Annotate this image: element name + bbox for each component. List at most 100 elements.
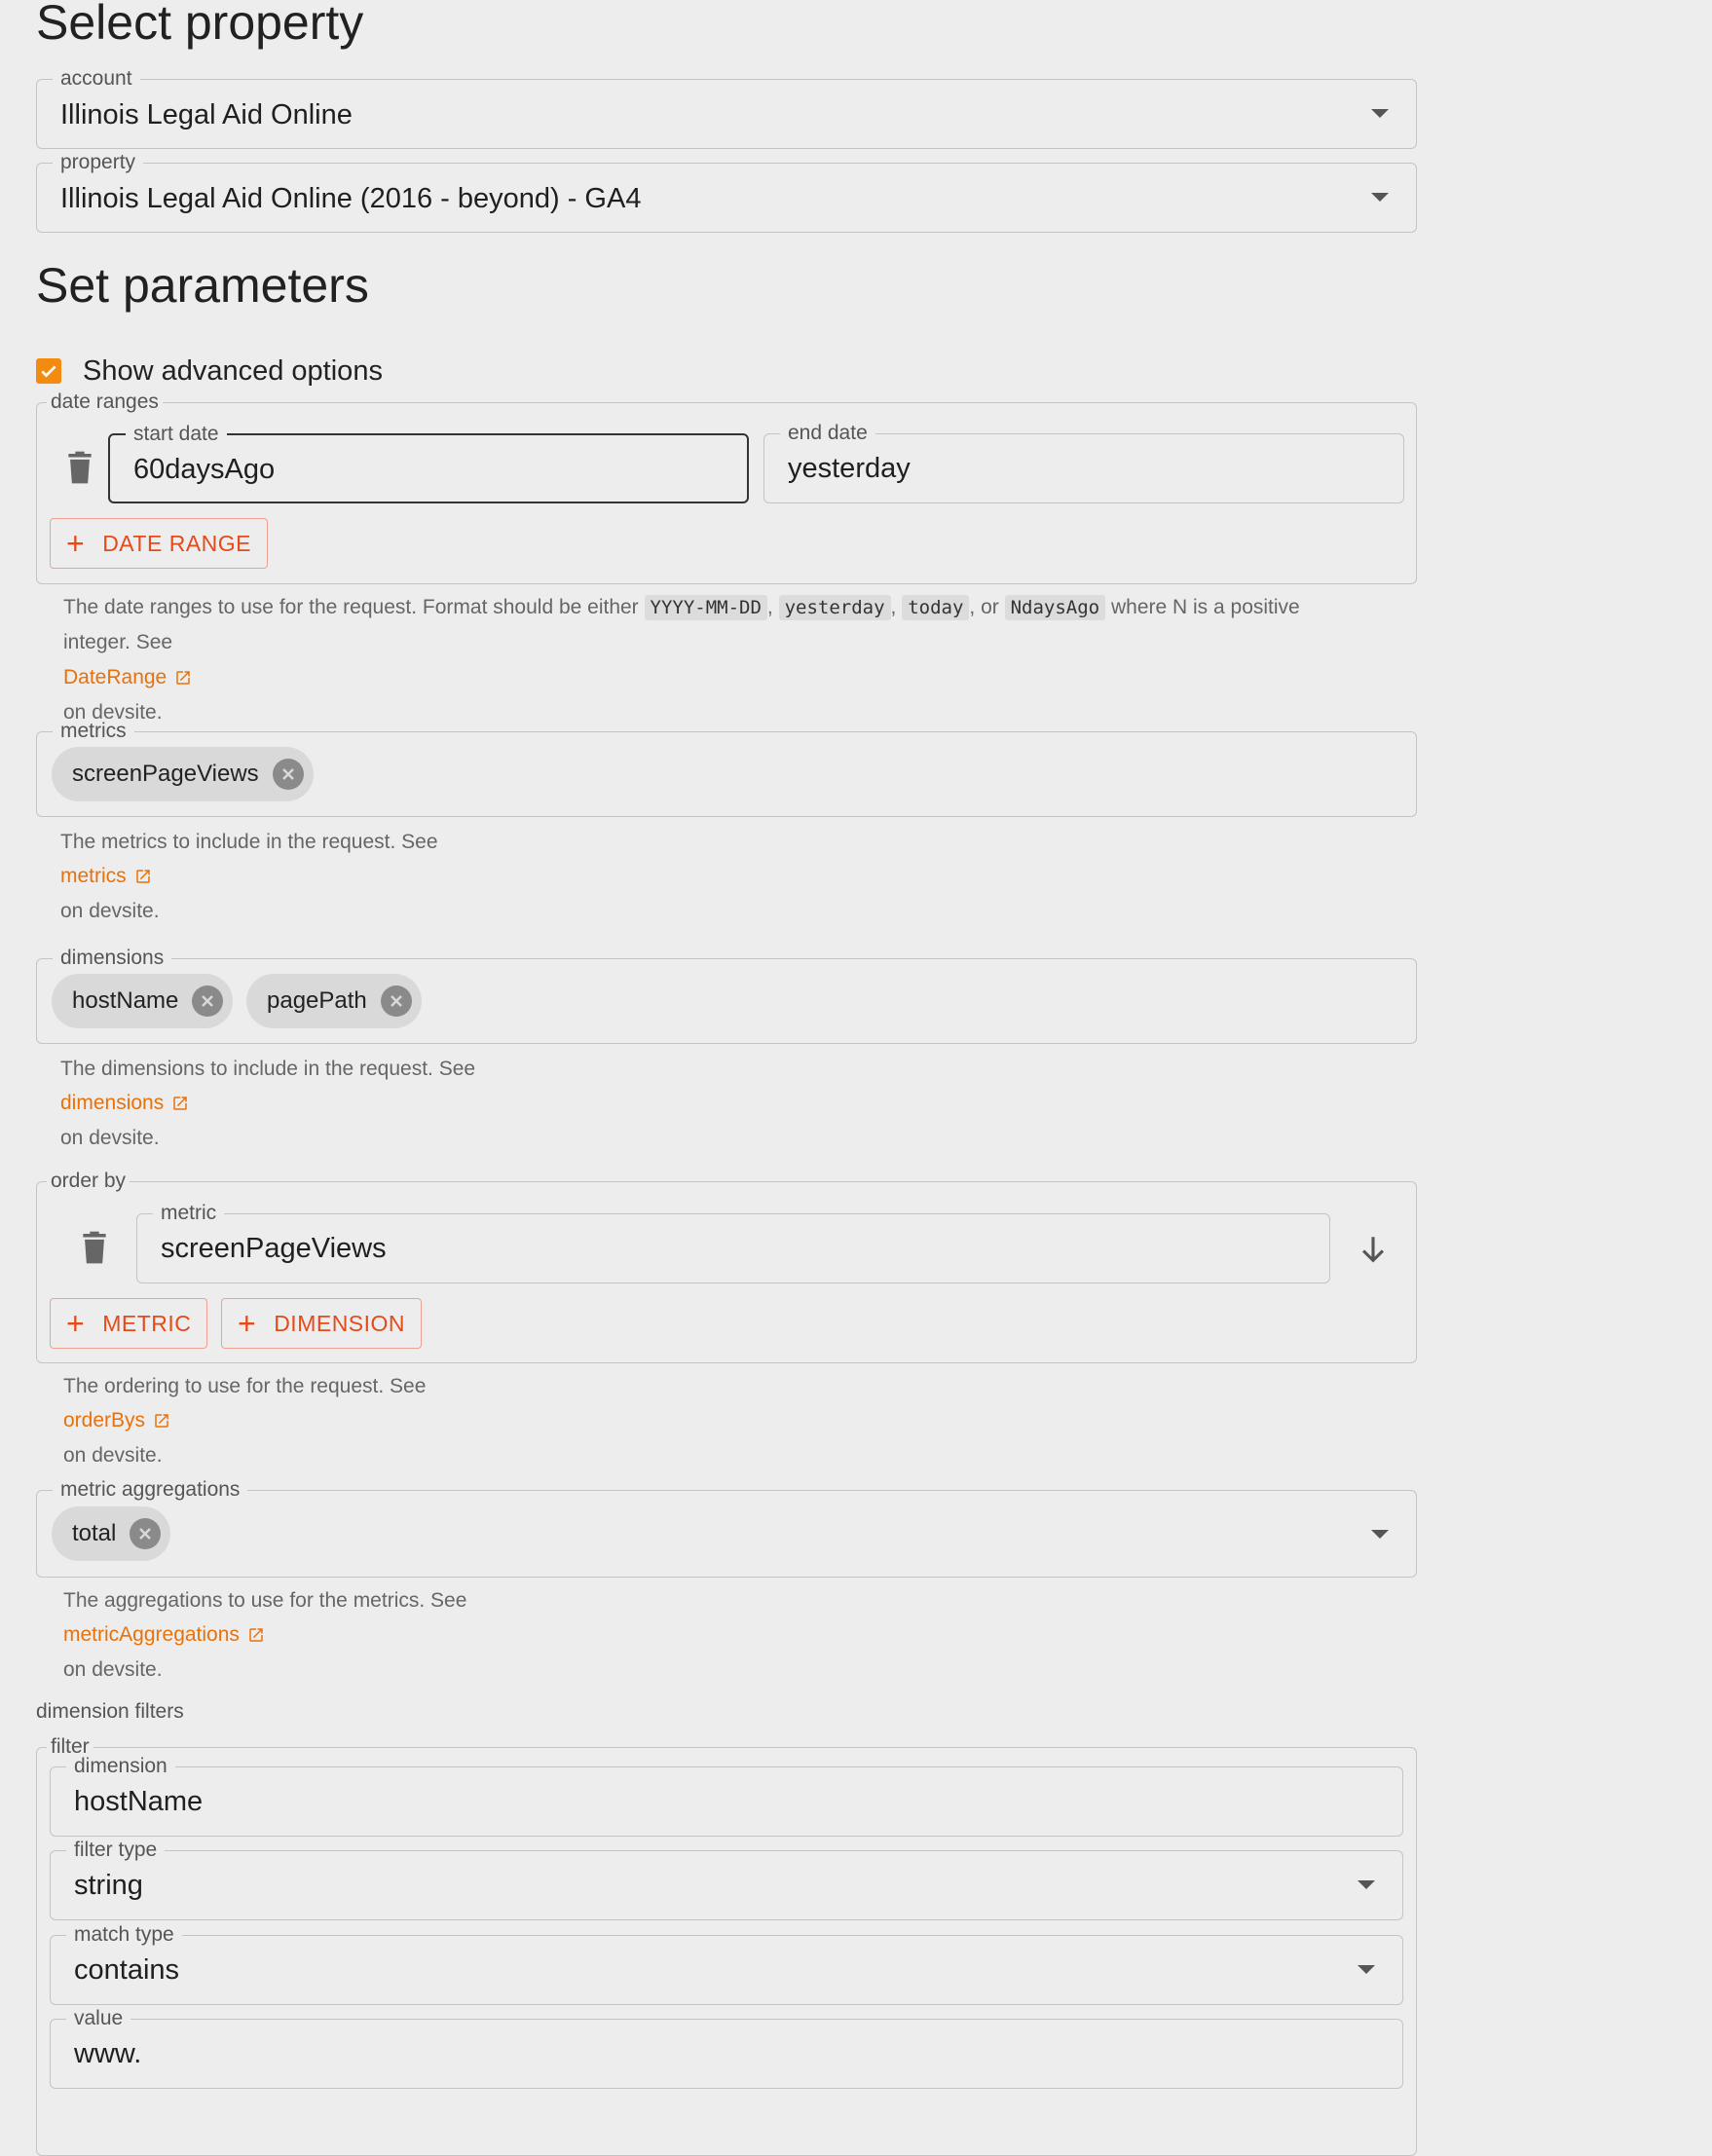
close-icon[interactable] [130, 1518, 162, 1549]
dimension-filters-heading: dimension filters [36, 1700, 184, 1723]
metric-aggregations-label: metric aggregations [53, 1477, 248, 1503]
filter-dimension-label: dimension [66, 1754, 175, 1779]
close-icon[interactable] [380, 985, 412, 1017]
add-metric-button[interactable]: + METRIC [50, 1298, 208, 1349]
external-link-icon [155, 1414, 168, 1428]
dimension-chip-pagepath[interactable]: pagePath [246, 974, 422, 1028]
chevron-down-icon[interactable] [1358, 1880, 1375, 1889]
plus-icon: + [66, 1306, 86, 1341]
external-link-icon [135, 870, 150, 883]
end-date-input[interactable]: end date yesterday [763, 421, 1404, 503]
code-today: today [902, 595, 970, 620]
filter-value-label: value [66, 2006, 131, 2031]
dimensions-help: The dimensions to include in the request… [60, 1058, 476, 1080]
code-ndaysago: NdaysAgo [1004, 595, 1106, 620]
plus-icon: + [238, 1306, 257, 1341]
property-value: Illinois Legal Aid Online (2016 - beyond… [60, 183, 642, 214]
aggregation-chip[interactable]: total [52, 1506, 171, 1561]
property-label: property [53, 150, 144, 175]
dimensions-link[interactable]: dimensions [60, 1092, 189, 1115]
help-text: The date ranges to use for the request. … [63, 596, 639, 618]
daterange-link[interactable]: DateRange [63, 666, 192, 689]
order-by-metric-label: metric [153, 1201, 225, 1226]
chip-label: pagePath [267, 987, 367, 1014]
filter-type-label: filter type [66, 1838, 166, 1863]
add-date-range-button[interactable]: + DATE RANGE [50, 518, 269, 569]
date-ranges-legend: date ranges [47, 390, 163, 415]
help-suffix: where N is a positive [1110, 596, 1300, 618]
chevron-down-icon[interactable] [1371, 1530, 1389, 1539]
add-metric-label: METRIC [102, 1310, 192, 1336]
select-property-heading: Select property [36, 0, 364, 50]
close-icon[interactable] [192, 985, 224, 1017]
metrics-link[interactable]: metrics [60, 865, 152, 888]
help-line2: integer. See [63, 631, 173, 653]
metrics-help: The metrics to include in the request. S… [60, 831, 438, 853]
metric-aggregations-help: The aggregations to use for the metrics.… [63, 1589, 467, 1612]
orderbys-link[interactable]: orderBys [63, 1409, 170, 1432]
advanced-options-label: Show advanced options [83, 355, 383, 387]
filter-value-input[interactable]: value www. [50, 2006, 1403, 2089]
filter-value-value: www. [74, 2038, 142, 2069]
set-parameters-heading: Set parameters [36, 258, 369, 313]
chip-label: screenPageViews [72, 761, 259, 787]
start-date-value: 60daysAgo [133, 454, 276, 485]
orderbys-link-text: orderBys [63, 1409, 146, 1431]
property-select[interactable]: property Illinois Legal Aid Online (2016… [36, 150, 1417, 233]
metric-aggregations-select[interactable]: metric aggregations [36, 1477, 1417, 1578]
account-label: account [53, 66, 140, 92]
filter-type-select[interactable]: filter type string [50, 1838, 1403, 1920]
metrics-link-text: metrics [60, 865, 127, 887]
dimension-chip-hostname[interactable]: hostName [52, 974, 234, 1028]
metric-chip[interactable]: screenPageViews [52, 747, 314, 801]
order-by-metric-value: screenPageViews [161, 1233, 387, 1264]
metricaggregations-link[interactable]: metricAggregations [63, 1623, 265, 1647]
chip-label: total [72, 1520, 117, 1546]
chevron-down-icon[interactable] [1371, 193, 1389, 202]
filter-type-value: string [74, 1870, 143, 1901]
date-ranges-help: The date ranges to use for the request. … [63, 595, 1300, 653]
start-date-input[interactable]: start date 60daysAgo [108, 422, 749, 503]
trash-icon[interactable] [66, 451, 93, 484]
dimensions-devsite: on devsite. [60, 1127, 160, 1149]
check-icon [41, 365, 56, 378]
order-by-legend: order by [47, 1169, 130, 1194]
metricaggregations-devsite: on devsite. [63, 1658, 163, 1681]
trash-icon[interactable] [81, 1231, 108, 1264]
order-by-help: The ordering to use for the request. See [63, 1375, 427, 1397]
metricaggregations-link-text: metricAggregations [63, 1623, 240, 1646]
account-select[interactable]: account Illinois Legal Aid Online [36, 66, 1417, 149]
orderbys-devsite: on devsite. [63, 1444, 163, 1467]
order-by-metric-input[interactable]: metric screenPageViews [136, 1201, 1330, 1283]
match-type-value: contains [74, 1954, 180, 1986]
dimensions-link-text: dimensions [60, 1092, 165, 1114]
filter-dimension-input[interactable]: dimension hostName [50, 1754, 1403, 1837]
chevron-down-icon[interactable] [1358, 1965, 1375, 1974]
close-icon[interactable] [272, 759, 304, 790]
external-link-icon [176, 671, 190, 685]
account-value: Illinois Legal Aid Online [60, 99, 353, 130]
match-type-label: match type [66, 1922, 182, 1948]
arrow-down-icon[interactable] [1357, 1233, 1390, 1266]
dimensions-label: dimensions [53, 946, 172, 971]
chevron-down-icon[interactable] [1371, 109, 1389, 118]
add-dimension-button[interactable]: + DIMENSION [221, 1298, 423, 1349]
end-date-label: end date [780, 421, 875, 446]
filter-dimension-value: hostName [74, 1786, 204, 1817]
code-format: YYYY-MM-DD [644, 595, 767, 620]
code-yesterday: yesterday [778, 595, 891, 620]
add-date-range-label: DATE RANGE [102, 530, 252, 556]
help-or: , or [969, 596, 999, 618]
external-link-icon [249, 1628, 263, 1642]
end-date-value: yesterday [788, 453, 911, 484]
metrics-devsite: on devsite. [60, 900, 160, 922]
advanced-options-checkbox[interactable] [36, 358, 61, 384]
match-type-select[interactable]: match type contains [50, 1922, 1403, 2005]
start-date-label: start date [126, 422, 227, 447]
daterange-link-text: DateRange [63, 666, 167, 688]
metrics-label: metrics [53, 719, 134, 744]
add-dimension-label: DIMENSION [274, 1310, 406, 1336]
chip-label: hostName [72, 987, 179, 1014]
external-link-icon [173, 1097, 187, 1110]
dimensions-input[interactable]: dimensions [36, 946, 1417, 1044]
